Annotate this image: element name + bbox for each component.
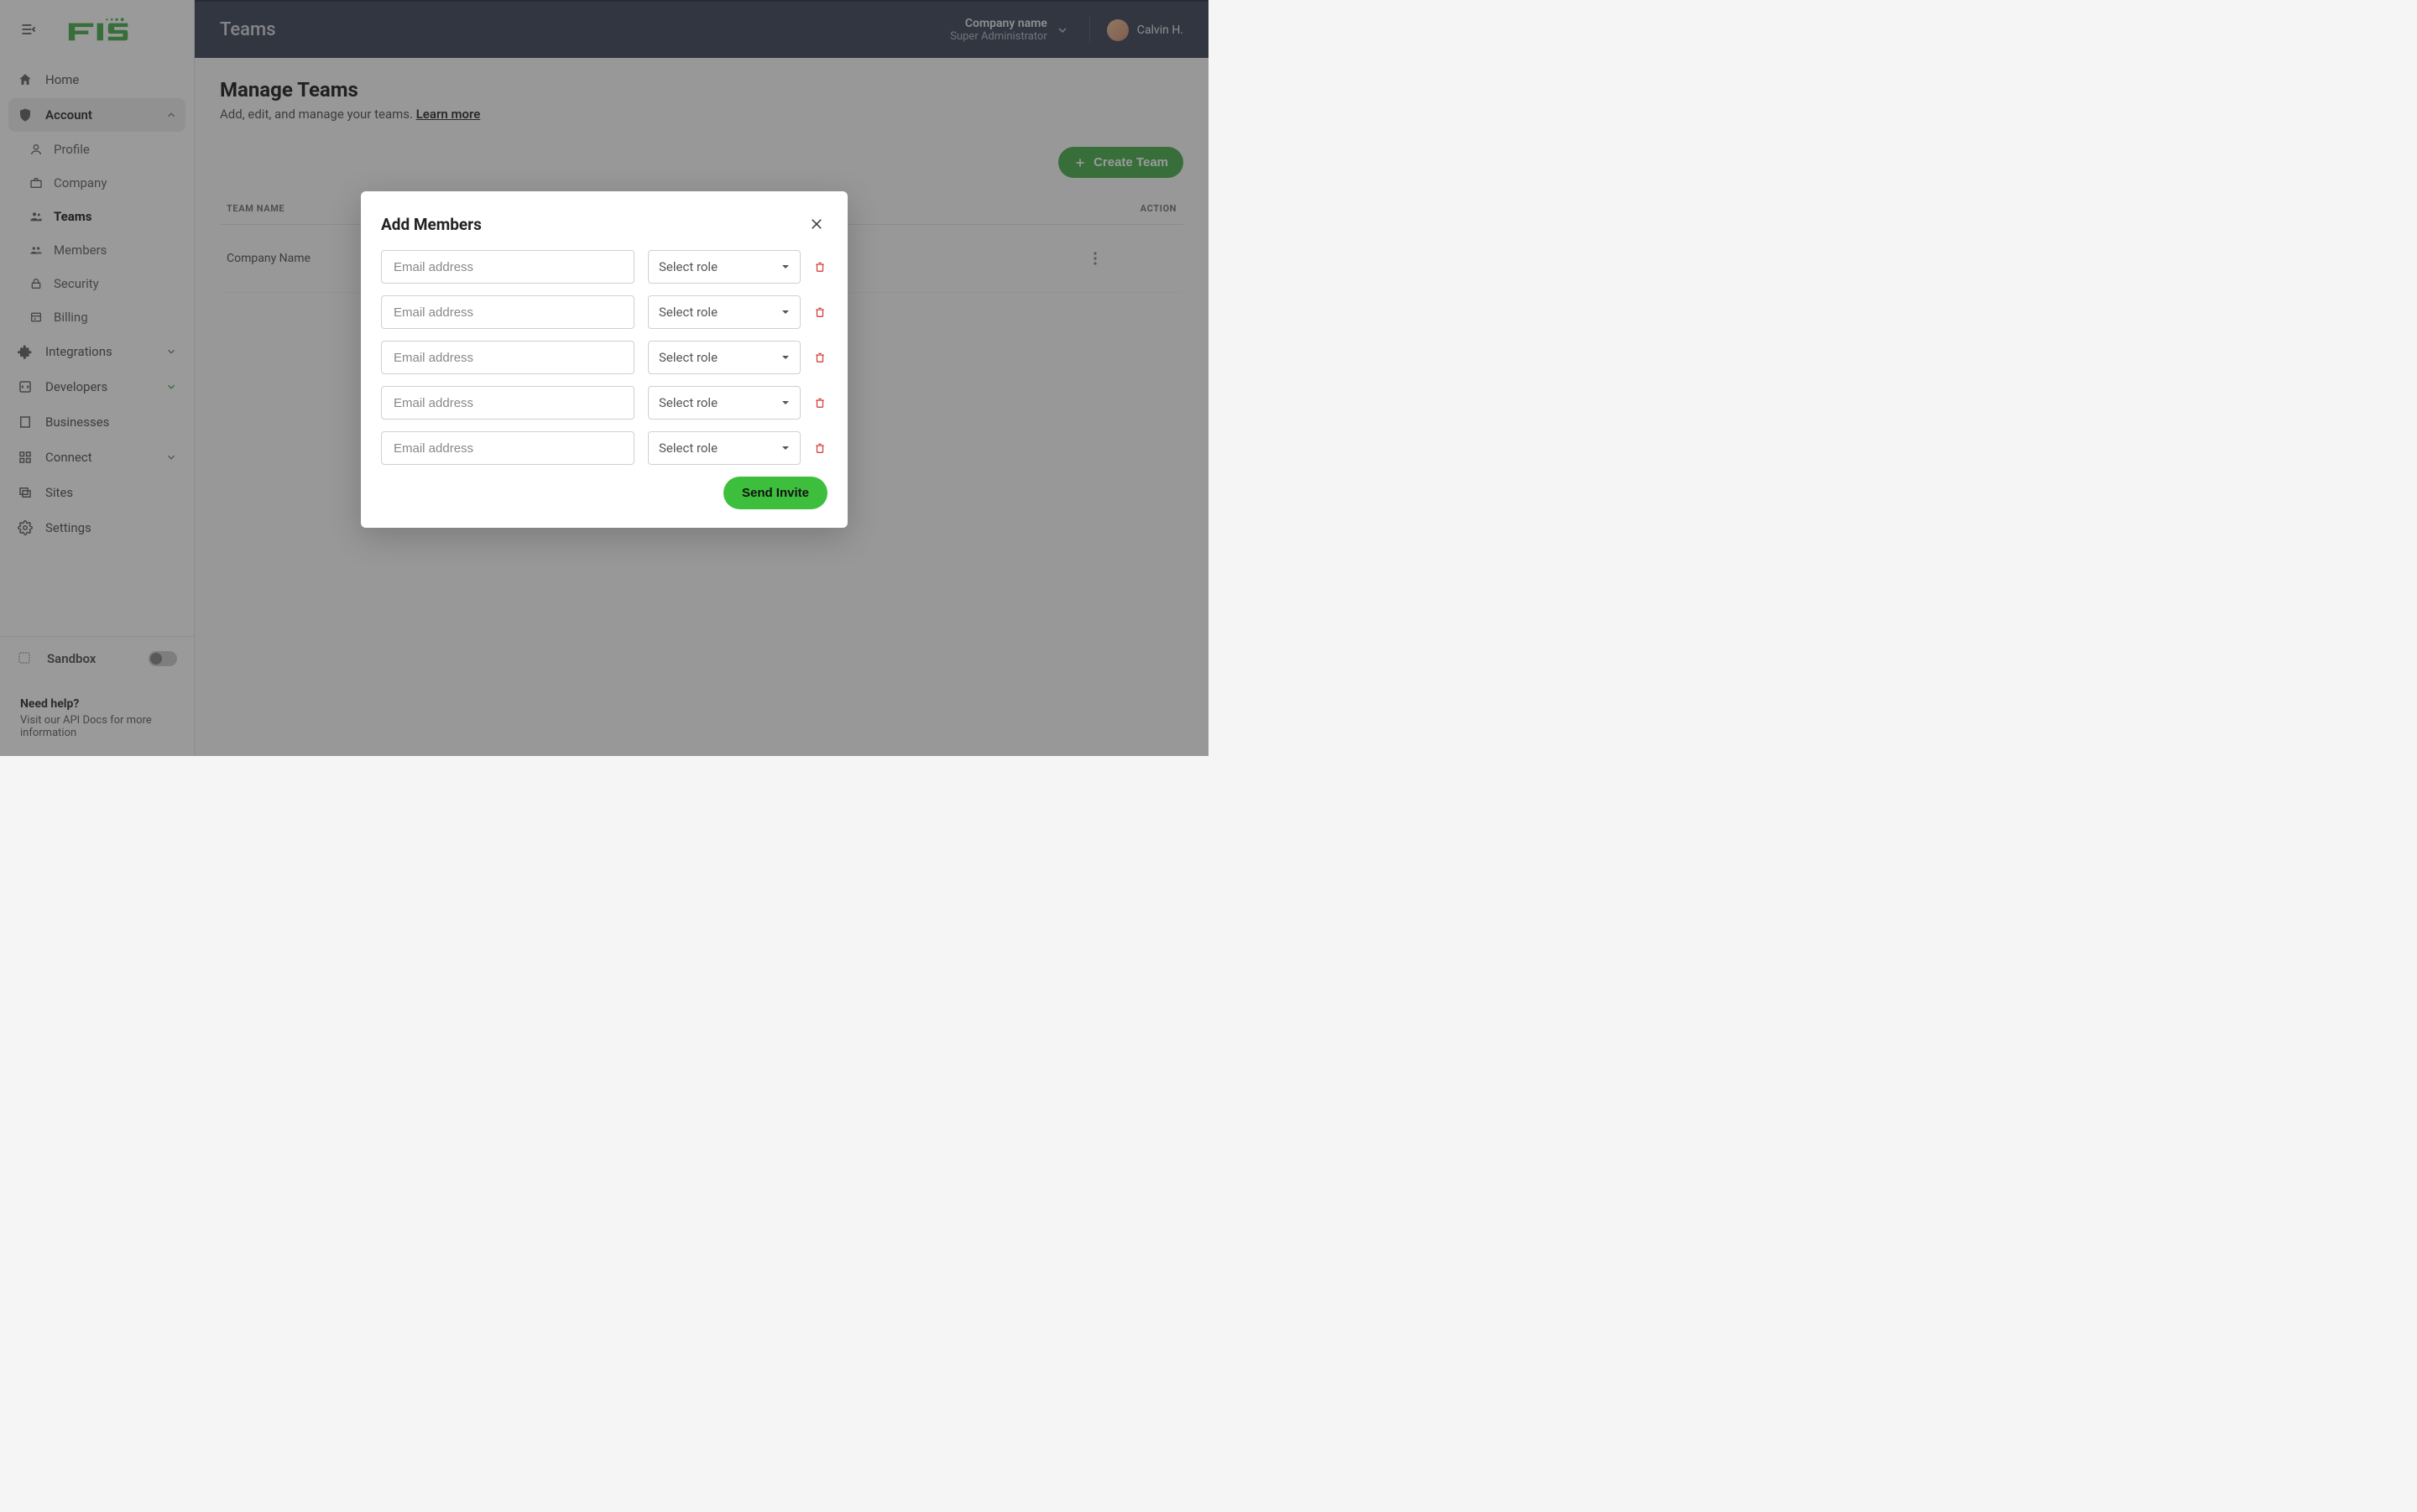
- role-select[interactable]: Select role: [648, 386, 801, 420]
- delete-row-button[interactable]: [814, 351, 827, 364]
- delete-row-button[interactable]: [814, 441, 827, 455]
- modal-overlay[interactable]: Add Members Select role Select role Select…: [0, 0, 1208, 756]
- delete-row-button[interactable]: [814, 260, 827, 274]
- role-select[interactable]: Select role: [648, 250, 801, 284]
- role-select-label: Select role: [659, 305, 718, 320]
- role-select-label: Select role: [659, 441, 718, 456]
- role-select-label: Select role: [659, 350, 718, 365]
- email-input[interactable]: [381, 341, 634, 374]
- delete-row-button[interactable]: [814, 396, 827, 409]
- caret-down-icon: [781, 308, 790, 316]
- member-row: Select role: [381, 341, 827, 374]
- caret-down-icon: [781, 444, 790, 452]
- role-select-label: Select role: [659, 395, 718, 410]
- caret-down-icon: [781, 263, 790, 271]
- delete-row-button[interactable]: [814, 305, 827, 319]
- email-input[interactable]: [381, 386, 634, 420]
- email-input[interactable]: [381, 431, 634, 465]
- caret-down-icon: [781, 353, 790, 362]
- close-button[interactable]: [806, 213, 827, 235]
- caret-down-icon: [781, 399, 790, 407]
- role-select[interactable]: Select role: [648, 341, 801, 374]
- member-row: Select role: [381, 386, 827, 420]
- member-row: Select role: [381, 250, 827, 284]
- role-select[interactable]: Select role: [648, 295, 801, 329]
- role-select[interactable]: Select role: [648, 431, 801, 465]
- member-row: Select role: [381, 431, 827, 465]
- email-input[interactable]: [381, 295, 634, 329]
- email-input[interactable]: [381, 250, 634, 284]
- modal-title: Add Members: [381, 215, 806, 234]
- send-invite-button[interactable]: Send Invite: [723, 477, 827, 509]
- add-members-modal: Add Members Select role Select role Select…: [361, 191, 848, 528]
- role-select-label: Select role: [659, 259, 718, 274]
- member-row: Select role: [381, 295, 827, 329]
